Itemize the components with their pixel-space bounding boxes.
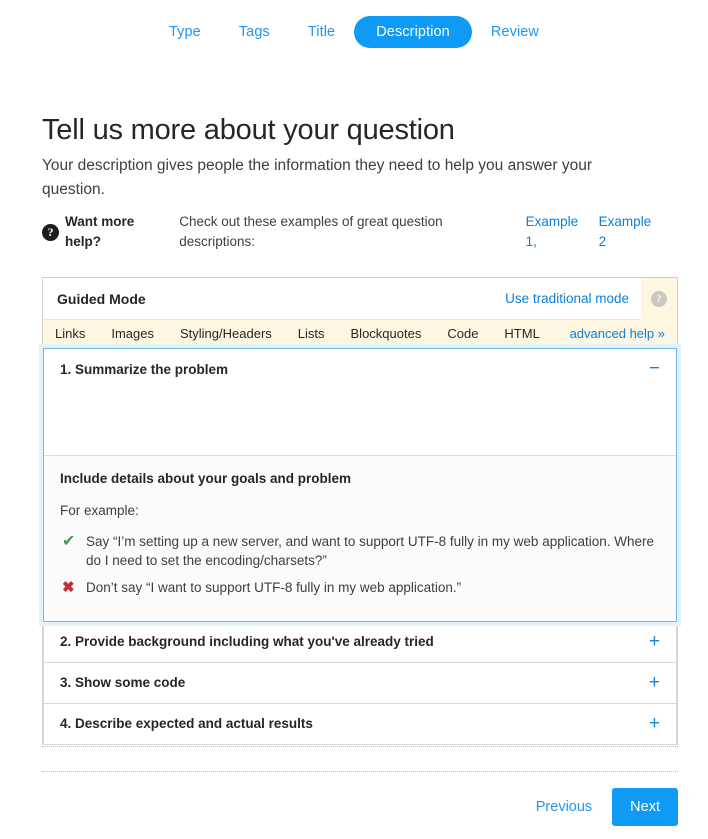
next-button[interactable]: Next [612, 788, 678, 826]
expand-icon[interactable]: + [649, 673, 660, 692]
question-mark-circle-icon: ? [651, 290, 667, 307]
divider-2 [42, 771, 678, 772]
wizard-tab-tags[interactable]: Tags [220, 17, 289, 47]
collapse-icon[interactable]: − [649, 359, 660, 378]
section-1-header[interactable]: 1. Summarize the problem − [44, 349, 676, 379]
use-traditional-mode-link[interactable]: Use traditional mode [505, 291, 641, 306]
wizard-tab-review[interactable]: Review [472, 17, 558, 47]
fmt-html[interactable]: HTML [504, 320, 539, 348]
section-1-title: 1. Summarize the problem [60, 362, 229, 377]
page-subtitle: Your description gives people the inform… [42, 156, 593, 198]
page-title: Tell us more about your question [42, 114, 455, 147]
guided-mode-bar-right: Use traditional mode ? [505, 277, 677, 320]
example-row-bad: ✖ Don’t say “I want to support UTF-8 ful… [60, 578, 660, 597]
example-1-link[interactable]: Example 1, [526, 212, 593, 252]
wizard-tab-description[interactable]: Description [354, 16, 472, 48]
wizard-tab-strip: Type Tags Title Description Review [0, 16, 708, 48]
help-line-strong: Want more help? [65, 214, 135, 249]
guided-sections: 1. Summarize the problem − Include detai… [43, 348, 677, 745]
wizard-tab-title[interactable]: Title [289, 17, 354, 47]
section-show-some-code[interactable]: 3. Show some code + [43, 663, 677, 704]
help-line: ? Want more help? Check out these exampl… [42, 212, 662, 252]
section-1-detail-panel: Include details about your goals and pro… [44, 455, 676, 621]
wizard-tab-type[interactable]: Type [150, 17, 220, 47]
section-1-textarea[interactable] [44, 379, 676, 455]
help-line-text: Check out these examples of great questi… [179, 214, 443, 249]
section-4-title: 4. Describe expected and actual results [60, 716, 313, 731]
guided-mode-bar: Guided Mode Use traditional mode ? [43, 277, 677, 320]
divider-1 [42, 746, 678, 747]
detail-title: Include details about your goals and pro… [60, 471, 352, 486]
fmt-code[interactable]: Code [447, 320, 478, 348]
section-2-title: 2. Provide background including what you… [60, 634, 434, 649]
fmt-links[interactable]: Links [55, 320, 85, 348]
wizard-footer: Previous Next [0, 788, 708, 826]
previous-button[interactable]: Previous [534, 792, 594, 822]
example-good-text: Say “I’m setting up a new server, and wa… [86, 534, 655, 568]
example-bad-text: Don’t say “I want to support UTF-8 fully… [86, 580, 462, 595]
fmt-styling-headers[interactable]: Styling/Headers [180, 320, 272, 348]
page-root: Type Tags Title Description Review Tell … [0, 0, 708, 839]
editor-panel: Guided Mode Use traditional mode ? Links… [42, 277, 678, 745]
check-icon: ✔ [62, 533, 76, 550]
section-provide-background[interactable]: 2. Provide background including what you… [43, 622, 677, 663]
fmt-images[interactable]: Images [111, 320, 154, 348]
section-3-title: 3. Show some code [60, 675, 186, 690]
question-mark-circle-icon: ? [42, 223, 59, 241]
example-2-link[interactable]: Example 2 [599, 212, 662, 252]
section-describe-expected-and-actual-results[interactable]: 4. Describe expected and actual results … [43, 704, 677, 745]
editor-help-tab[interactable]: ? [641, 277, 677, 320]
cross-icon: ✖ [62, 579, 75, 596]
advanced-help-link[interactable]: advanced help » [570, 326, 665, 341]
detail-for-example-label: For example: [60, 503, 139, 518]
formatting-help-bar: Links Images Styling/Headers Lists Block… [43, 320, 677, 348]
expand-icon[interactable]: + [649, 714, 660, 733]
expand-icon[interactable]: + [649, 632, 660, 651]
fmt-lists[interactable]: Lists [298, 320, 325, 348]
example-row-good: ✔ Say “I’m setting up a new server, and … [60, 532, 660, 570]
section-summarize-the-problem[interactable]: 1. Summarize the problem − Include detai… [43, 348, 677, 622]
fmt-blockquotes[interactable]: Blockquotes [351, 320, 422, 348]
guided-mode-label: Guided Mode [57, 290, 146, 307]
